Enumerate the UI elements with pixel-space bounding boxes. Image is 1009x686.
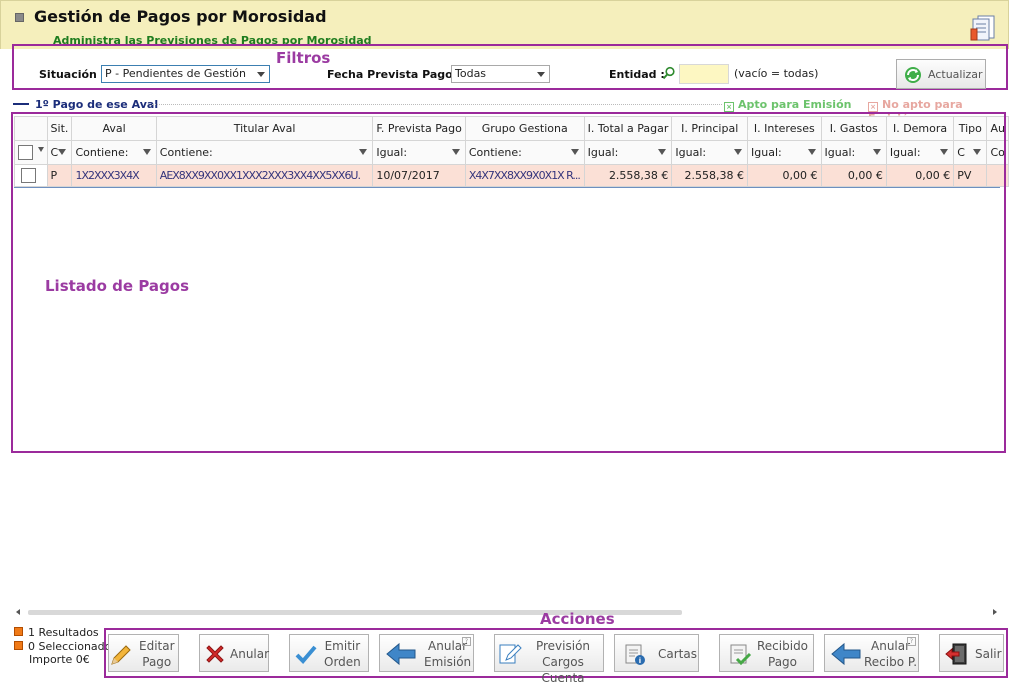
section-dash bbox=[13, 103, 29, 105]
page-header: Gestión de Pagos por Morosidad Administr… bbox=[0, 0, 1009, 49]
section-title: 1º Pago de ese Aval bbox=[35, 98, 159, 111]
entidad-input[interactable] bbox=[679, 64, 729, 84]
acciones-annotation-label: Acciones bbox=[540, 610, 615, 628]
cartas-button[interactable]: i Cartas bbox=[614, 634, 699, 672]
situacion-select[interactable]: P - Pendientes de Gestión bbox=[101, 65, 270, 83]
refresh-label: Actualizar bbox=[928, 68, 983, 81]
recibido-pago-button[interactable]: Recibido Pago bbox=[719, 634, 814, 672]
fecha-value: Todas bbox=[455, 67, 487, 80]
emitir-orden-label: Emitir Orden bbox=[324, 638, 361, 670]
selected-count: 0 Seleccionado bbox=[14, 640, 111, 653]
exit-door-icon bbox=[945, 643, 967, 665]
bullet-icon bbox=[14, 641, 23, 650]
prevision-line2: Cargos Cuenta bbox=[541, 655, 585, 685]
search-icon[interactable] bbox=[662, 66, 676, 80]
fecha-label: Fecha Prevista Pago : bbox=[327, 68, 461, 81]
pencil-icon bbox=[111, 645, 131, 665]
red-x-icon bbox=[206, 645, 224, 663]
arrow-left-icon bbox=[386, 642, 416, 666]
salir-label: Salir bbox=[975, 647, 1002, 661]
selected-text: 0 Seleccionado bbox=[28, 640, 112, 653]
situacion-label: Situación : bbox=[39, 68, 106, 81]
fecha-select[interactable]: Todas bbox=[451, 65, 550, 83]
legend-no-apto-icon: × bbox=[868, 102, 878, 112]
anular-recibo-line1: Anular bbox=[871, 639, 911, 653]
scroll-right-icon[interactable] bbox=[993, 609, 997, 615]
legend-apto-label: Apto para Emisión bbox=[738, 98, 852, 111]
anular-emision-line2: Emisión bbox=[424, 655, 472, 669]
help-icon: ? bbox=[907, 637, 916, 646]
legend-apto: × Apto para Emisión bbox=[724, 98, 851, 112]
anular-emision-button[interactable]: Anular Emisión ? bbox=[379, 634, 474, 672]
situacion-value: P - Pendientes de Gestión bbox=[105, 67, 247, 80]
section-divider bbox=[152, 104, 722, 105]
editar-pago-button[interactable]: Editar Pago bbox=[108, 634, 179, 672]
collapse-bullet-icon[interactable] bbox=[15, 13, 24, 22]
recibido-line2: Pago bbox=[768, 655, 798, 669]
salir-button[interactable]: Salir bbox=[939, 634, 1004, 672]
bullet-icon bbox=[14, 627, 23, 636]
anular-recibo-line2: Recibo P. bbox=[864, 655, 918, 669]
editar-line1: Editar bbox=[139, 639, 175, 653]
document-check-icon bbox=[730, 644, 752, 666]
entidad-hint: (vacío = todas) bbox=[734, 67, 819, 80]
anular-button[interactable]: Anular bbox=[199, 634, 269, 672]
chevron-down-icon bbox=[257, 72, 265, 77]
prevision-cargos-label: Previsión Cargos Cuenta bbox=[523, 638, 603, 686]
cartas-label: Cartas bbox=[658, 647, 697, 661]
chevron-down-icon bbox=[537, 72, 545, 77]
emitir-line1: Emitir bbox=[324, 639, 361, 653]
checkmark-icon bbox=[295, 645, 317, 664]
anular-label: Anular bbox=[230, 647, 270, 661]
recibido-line1: Recibido bbox=[757, 639, 809, 653]
recibido-pago-label: Recibido Pago bbox=[757, 638, 808, 670]
importe-total: Importe 0€ bbox=[29, 653, 90, 666]
refresh-icon bbox=[905, 67, 921, 83]
filters-annotation-label: Filtros bbox=[276, 49, 331, 67]
scroll-left-icon[interactable] bbox=[16, 609, 20, 615]
prevision-line1: Previsión bbox=[535, 639, 591, 653]
anular-recibo-button[interactable]: Anular Recibo P. ? bbox=[824, 634, 919, 672]
editar-line2: Pago bbox=[142, 655, 172, 669]
page-title: Gestión de Pagos por Morosidad bbox=[34, 7, 327, 26]
svg-text:i: i bbox=[639, 657, 641, 665]
results-count: 1 Resultados bbox=[14, 626, 99, 639]
arrow-left-icon bbox=[831, 642, 861, 666]
listado-annotation-label: Listado de Pagos bbox=[45, 277, 190, 295]
help-icon: ? bbox=[462, 637, 471, 646]
document-stack-icon bbox=[970, 15, 995, 41]
emitir-line2: Orden bbox=[324, 655, 361, 669]
entidad-label: Entidad : bbox=[609, 68, 665, 81]
emitir-orden-button[interactable]: Emitir Orden bbox=[289, 634, 369, 672]
document-info-icon: i bbox=[625, 644, 645, 665]
results-text: 1 Resultados bbox=[28, 626, 99, 639]
prevision-cargos-button[interactable]: Previsión Cargos Cuenta bbox=[494, 634, 604, 685]
edit-document-icon bbox=[499, 644, 522, 664]
legend-apto-icon: × bbox=[724, 102, 734, 112]
editar-pago-label: Editar Pago bbox=[139, 638, 175, 670]
refresh-button[interactable]: Actualizar bbox=[896, 59, 986, 89]
horizontal-scrollbar[interactable] bbox=[14, 606, 1000, 618]
